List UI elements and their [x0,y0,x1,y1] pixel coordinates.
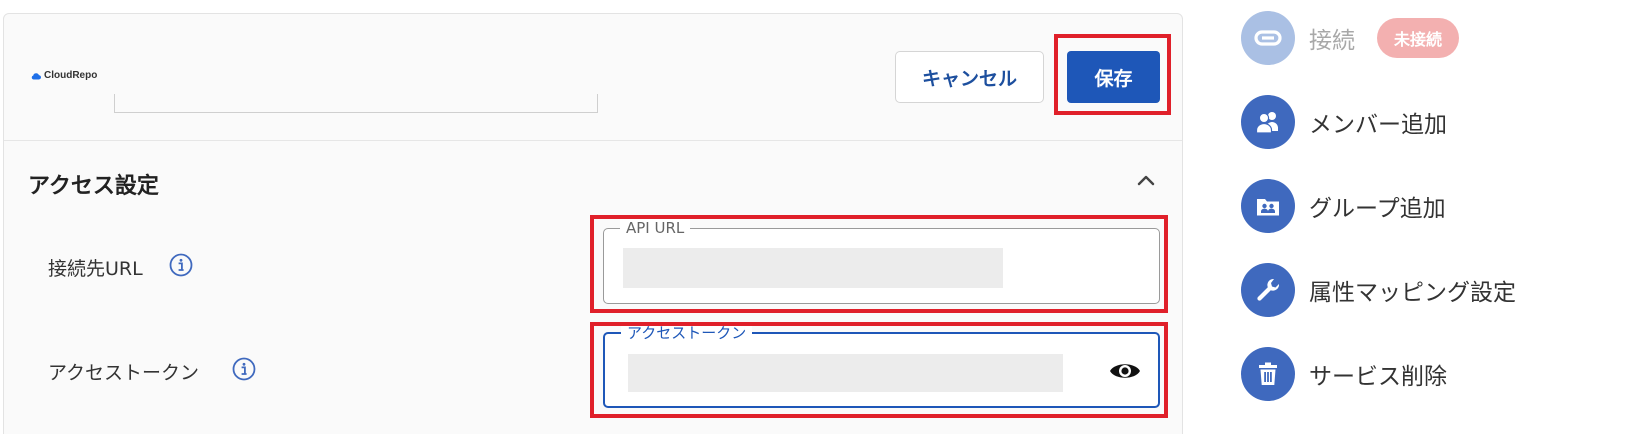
cancel-button[interactable]: キャンセル [895,51,1044,103]
cloud-icon [31,72,41,80]
api-url-field-legend: API URL [620,219,691,237]
menu-label-delete-service: サービス削除 [1309,364,1447,390]
access-token-label: アクセストークン [48,362,200,384]
wrench-icon [1241,263,1295,317]
menu-item-delete-service[interactable]: サービス削除 [1241,347,1447,401]
trash-icon [1241,347,1295,401]
logo-text: CloudRepo [44,70,98,81]
settings-card: CloudRepo キャンセル 保存 アクセス設定 接続先URL API URL… [3,13,1183,434]
info-icon[interactable] [232,357,256,381]
access-token-masked-value [628,354,1063,392]
people-icon [1241,95,1295,149]
partial-input-field[interactable] [114,94,598,113]
menu-label-attribute-mapping: 属性マッピング設定 [1309,280,1516,306]
info-icon[interactable] [169,253,193,277]
api-url-field[interactable]: API URL [603,219,1160,304]
section-title-access-settings: アクセス設定 [28,174,159,199]
menu-item-attribute-mapping[interactable]: 属性マッピング設定 [1241,263,1516,317]
menu-item-add-member[interactable]: メンバー追加 [1241,95,1447,149]
status-badge: 未接続 [1377,18,1460,58]
card-header: CloudRepo キャンセル 保存 [4,14,1182,141]
api-url-label: 接続先URL [48,258,143,280]
menu-item-add-group[interactable]: グループ追加 [1241,179,1446,233]
access-token-field-legend: アクセストークン [621,324,753,342]
menu-label-add-group: グループ追加 [1309,196,1446,222]
group-folder-icon [1241,179,1295,233]
api-url-masked-value [623,248,1003,288]
menu-label-add-member: メンバー追加 [1309,112,1447,138]
link-icon [1241,11,1295,65]
cloudrepo-logo: CloudRepo [31,70,97,81]
access-token-field[interactable]: アクセストークン [603,324,1160,408]
menu-label-connect: 接続 [1309,28,1355,54]
eye-icon[interactable] [1108,358,1142,384]
menu-item-connect[interactable]: 接続 未接続 [1241,11,1460,65]
chevron-up-icon[interactable] [1135,169,1157,191]
save-button[interactable]: 保存 [1067,51,1160,103]
